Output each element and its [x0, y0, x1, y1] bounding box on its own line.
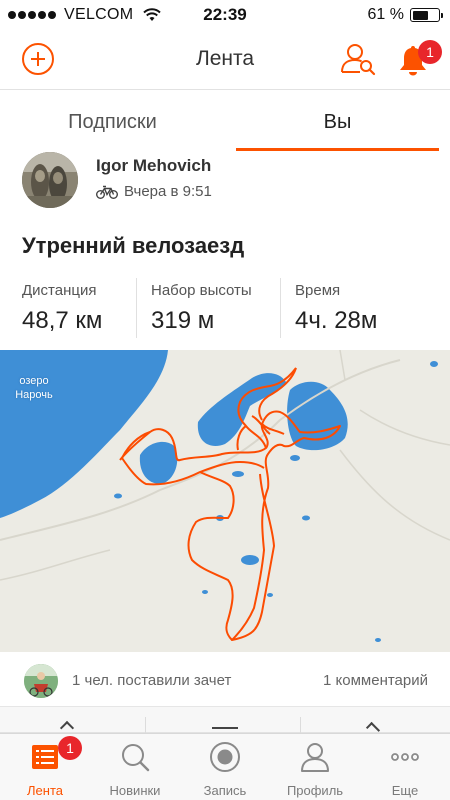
route-map-canvas	[0, 350, 450, 652]
tab-you[interactable]: Вы	[225, 91, 450, 151]
search-icon	[122, 744, 150, 772]
page-title: Лента	[195, 47, 255, 70]
tab-record[interactable]: Запись	[180, 734, 270, 800]
avatar-image	[22, 152, 78, 208]
lake-label-text: озеро Нарочь	[15, 375, 53, 401]
feed-badge: 1	[58, 736, 82, 760]
social-row: 1 чел. поставили зачет 1 комментарий	[0, 652, 450, 707]
feed-tabs: Подписки Вы	[0, 91, 450, 151]
stat-distance: Дистанция 48,7 км	[22, 278, 140, 338]
tab-following[interactable]: Подписки	[0, 91, 225, 151]
battery-icon	[410, 8, 443, 22]
kudoer-avatar[interactable]	[24, 664, 58, 698]
notification-badge: 1	[418, 40, 442, 64]
tab-profile[interactable]: Профиль	[270, 734, 360, 800]
stat-elevation: Набор высоты 319 м	[136, 278, 286, 338]
pond-shape	[302, 515, 310, 521]
route-map[interactable]: озеро Нарочь	[0, 350, 450, 652]
stat-value: 4ч. 28м	[295, 307, 378, 334]
activity-stats: Дистанция 48,7 км Набор высоты 319 м Вре…	[0, 278, 450, 338]
profile-icon	[301, 743, 329, 772]
activity-actions-strip	[0, 707, 450, 737]
activity-meta: Вчера в 9:51	[96, 183, 212, 200]
athlete-name[interactable]: Igor Mehovich	[96, 156, 211, 176]
pond-shape	[114, 493, 122, 499]
pond-shape	[241, 555, 259, 565]
feed-icon	[32, 745, 58, 769]
pond-shape	[202, 590, 208, 594]
pond-shape	[267, 593, 273, 597]
stat-label: Набор высоты	[151, 282, 252, 299]
battery-fill	[412, 10, 428, 20]
comment-icon[interactable]	[212, 727, 238, 729]
athlete-avatar[interactable]	[22, 152, 78, 208]
pond-shape	[430, 361, 438, 367]
find-friends-icon[interactable]	[340, 42, 376, 76]
kudoer-avatar-image	[24, 664, 58, 698]
tab-more[interactable]: Еще	[360, 734, 450, 800]
tab-label: Новинки	[109, 783, 161, 798]
record-icon	[210, 742, 240, 772]
lake-naroch-label: озеро Нарочь	[14, 374, 54, 402]
divider	[145, 717, 146, 733]
stat-value: 48,7 км	[22, 307, 103, 334]
pond-shape	[290, 455, 300, 461]
tab-label: Профиль	[286, 783, 344, 798]
stat-label: Дистанция	[22, 282, 97, 299]
comments-count[interactable]: 1 комментарий	[323, 672, 428, 689]
tab-feed[interactable]: 1 Лента	[0, 734, 90, 800]
stat-label: Время	[295, 282, 341, 299]
pond-shape	[375, 638, 381, 642]
activity-time: Вчера в 9:51	[124, 183, 212, 200]
more-icon	[391, 753, 419, 761]
activity-title[interactable]: Утренний велозаезд	[22, 233, 244, 259]
nav-bar: Лента	[0, 30, 450, 90]
bike-icon	[96, 185, 118, 199]
divider	[300, 717, 301, 733]
tab-label: Запись	[203, 783, 247, 798]
pond-shape	[232, 471, 244, 477]
kudos-count[interactable]: 1 чел. поставили зачет	[72, 672, 231, 689]
status-bar: VELCOM 22:39 61 %	[0, 0, 450, 30]
stat-value: 319 м	[151, 307, 215, 334]
active-tab-indicator	[236, 148, 439, 151]
tab-label: Еще	[391, 783, 419, 798]
stat-time: Время 4ч. 28м	[280, 278, 440, 338]
status-right: 61 %	[367, 6, 443, 24]
bottom-tab-bar: 1 Лента Новинки Запись Профиль Еще	[0, 733, 450, 800]
tab-explore[interactable]: Новинки	[90, 734, 180, 800]
tab-label: Лента	[27, 783, 63, 798]
battery-percent: 61 %	[367, 6, 404, 23]
